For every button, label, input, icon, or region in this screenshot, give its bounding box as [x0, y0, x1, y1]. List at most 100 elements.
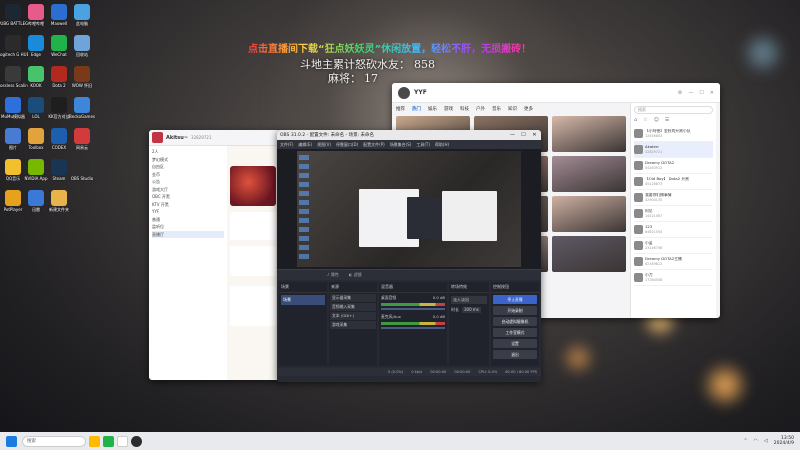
stream-thumbnail[interactable]	[552, 116, 626, 152]
desktop-icon[interactable]: 回收站	[67, 35, 97, 57]
list-item[interactable]: 小蓝 23146758	[634, 238, 713, 254]
close-button[interactable]: ✕	[710, 90, 714, 96]
scene-item[interactable]: 场景	[281, 295, 325, 305]
list-item[interactable]: 小刀 17264508	[634, 270, 713, 286]
tab-item[interactable]: 户外	[476, 106, 485, 112]
wechat-icon[interactable]	[103, 435, 114, 447]
obs-taskbar-icon[interactable]	[131, 435, 142, 447]
list-item[interactable]: Akaterr 32829721	[634, 142, 713, 158]
maximize-button[interactable]: ☐	[699, 90, 703, 96]
app-icon	[74, 159, 90, 175]
app-icon	[28, 190, 44, 206]
desktop-icon[interactable]: 此电脑	[67, 4, 97, 26]
desktop-icon[interactable]: BeckoGames	[67, 97, 97, 119]
start-button[interactable]	[6, 435, 17, 447]
close-button[interactable]: ✕	[531, 132, 538, 138]
game-banner-image[interactable]	[230, 166, 276, 206]
star-icon[interactable]: ☆	[643, 117, 647, 123]
tab-item[interactable]: 更多	[524, 106, 533, 112]
tab-item[interactable]: 科技	[460, 106, 469, 112]
source-item[interactable]: 显示器采集	[330, 294, 376, 302]
tab-item[interactable]: 娱乐	[428, 106, 437, 112]
menu-item[interactable]: 帮助(H)	[435, 142, 449, 148]
channel-avatar[interactable]	[152, 132, 163, 143]
duration-input[interactable]: 300 ms	[462, 307, 481, 313]
wifi-icon[interactable]: ◠	[754, 438, 758, 444]
desktop-icon[interactable]: OBS Studio	[67, 159, 97, 181]
audio-icon[interactable]: ♪ 属性	[327, 272, 339, 278]
list-item-id: 23146758	[645, 245, 663, 250]
source-item[interactable]: 音频输入采集	[330, 303, 376, 311]
channel-item[interactable]: 游戏大厅	[152, 186, 224, 194]
stream-thumbnail[interactable]	[552, 156, 626, 192]
menu-item[interactable]: 工具(T)	[416, 142, 430, 148]
channel-item[interactable]: 自由区	[152, 163, 224, 171]
search-input[interactable]: 搜索	[634, 106, 713, 114]
settings-icon[interactable]: ⚙	[678, 90, 682, 96]
control-button[interactable]: 开始录制	[493, 306, 537, 315]
stream-thumbnail[interactable]	[552, 196, 626, 232]
menu-item[interactable]: 文件(F)	[280, 142, 293, 148]
app-icon[interactable]	[117, 435, 128, 447]
clock[interactable]: 13:50 2024/4/9	[774, 436, 794, 446]
menu-item[interactable]: 编辑(E)	[298, 142, 312, 148]
channel-item[interactable]: 金币	[152, 171, 224, 179]
channel-item[interactable]: 梦幻模式	[152, 156, 224, 164]
obs-preview[interactable]	[277, 149, 541, 269]
tab-item[interactable]: 热门	[412, 106, 421, 112]
channel-item[interactable]: 公告	[152, 178, 224, 186]
source-item[interactable]: 文本 (GDI+)	[330, 312, 376, 320]
tab-item[interactable]: 推荐	[396, 106, 405, 112]
desktop-icon[interactable]: WOW 怀旧	[67, 66, 97, 88]
avatar[interactable]	[398, 86, 410, 99]
menu-item[interactable]: 视图(V)	[317, 142, 331, 148]
minimize-button[interactable]: —	[509, 132, 516, 138]
tab-item[interactable]: 音乐	[492, 106, 501, 112]
control-button[interactable]: 工作室模式	[493, 328, 537, 337]
menu-item[interactable]: 场景集合(S)	[390, 142, 412, 148]
file-explorer-icon[interactable]	[89, 435, 100, 447]
channel-item[interactable]: YYF	[152, 208, 224, 216]
tab-item[interactable]: 游戏	[444, 106, 453, 112]
menu-item[interactable]: 配置文件(P)	[363, 142, 385, 148]
tab-item[interactable]: 知识	[508, 106, 517, 112]
channel-item[interactable]: 监听位	[152, 223, 224, 231]
tray-chevron-icon[interactable]: ⌃	[743, 438, 747, 444]
list-icon[interactable]: ☰	[665, 117, 669, 123]
filter-icon[interactable]: ◐ 滤镜	[349, 272, 362, 278]
desktop-icon[interactable]: 网易云	[67, 128, 97, 150]
source-item[interactable]: 游戏采集	[330, 321, 376, 329]
list-item[interactable]: 123 84621554	[634, 222, 713, 238]
menu-item[interactable]: 停靠窗口(D)	[336, 142, 358, 148]
volume-slider[interactable]	[381, 308, 445, 310]
control-button[interactable]: 退出	[493, 350, 537, 359]
channel-item[interactable]: 普通	[152, 216, 224, 224]
app-icon	[51, 35, 67, 51]
control-button[interactable]: 设置	[493, 339, 537, 348]
volume-icon[interactable]: ◁	[764, 438, 768, 444]
control-button[interactable]: 启动虚拟摄像机	[493, 317, 537, 326]
user-icon[interactable]: ☺	[654, 117, 659, 123]
maximize-button[interactable]: ☐	[520, 132, 527, 138]
doudizhu-value: 858	[414, 58, 435, 71]
minimize-button[interactable]: —	[688, 90, 693, 96]
list-item[interactable]: Dreamy DOTA2 54263912	[634, 158, 713, 174]
app-icon	[51, 66, 67, 82]
list-item[interactable]: 阿尼 14521087	[634, 206, 713, 222]
channel-item[interactable]: KTV 开黑	[152, 201, 224, 209]
channel-item[interactable]: 2人	[152, 148, 224, 156]
list-item[interactable]: 【小阿德】金秋的开黑小队 12456803	[634, 126, 713, 142]
control-button[interactable]: 停止直播	[493, 295, 537, 304]
channel-item[interactable]: 直播厅	[152, 230, 224, 238]
volume-slider[interactable]	[381, 327, 445, 329]
list-item[interactable]: 【Old Boy】 Dota2 开黑 45126873	[634, 174, 713, 190]
transition-select[interactable]: 淡入淡出	[451, 296, 487, 304]
taskbar-search[interactable]: 搜索	[22, 435, 86, 447]
stream-thumbnail[interactable]	[552, 236, 626, 272]
list-item[interactable]: 我要你们搞事情 32904135	[634, 190, 713, 206]
mixer-channel: 桌面音频 0.0 dB	[379, 293, 447, 312]
desktop-icon[interactable]: 新建文件夹	[44, 190, 74, 212]
channel-item[interactable]: OBC 开黑	[152, 193, 224, 201]
home-icon[interactable]: ⌂	[634, 117, 637, 123]
list-item[interactable]: Dreamy DOTA2主播 62349812	[634, 254, 713, 270]
